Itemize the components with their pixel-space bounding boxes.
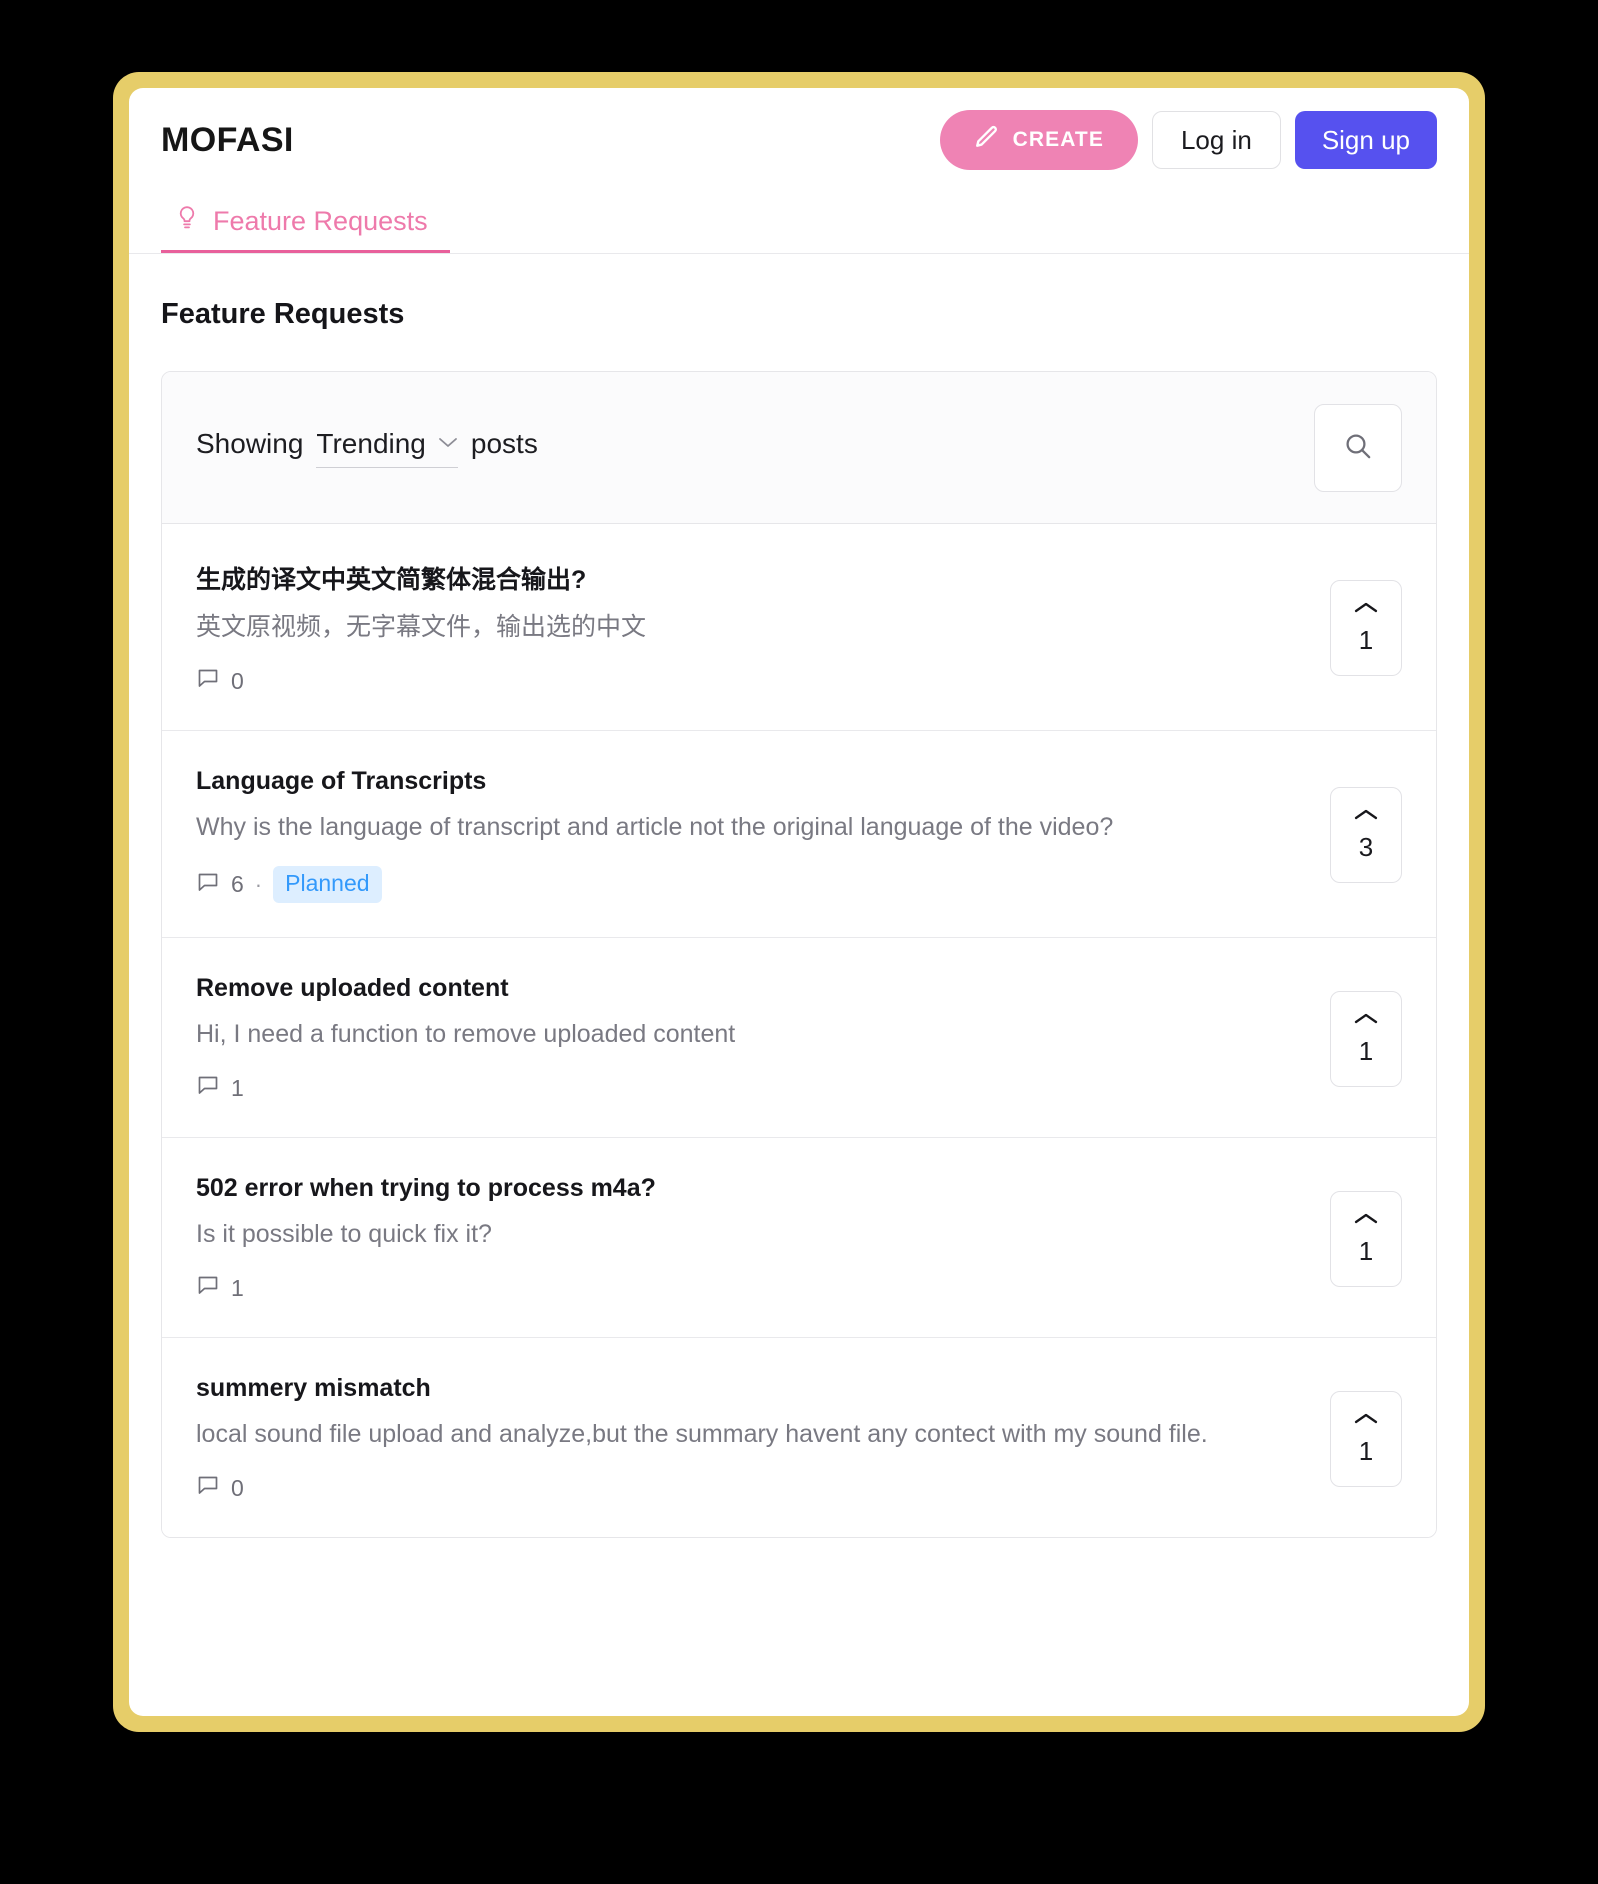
login-button[interactable]: Log in: [1151, 111, 1281, 169]
post-row[interactable]: 生成的译文中英文简繁体混合输出? 英文原视频，无字幕文件，输出选的中文 0 1: [162, 524, 1436, 731]
lightbulb-icon: [175, 205, 199, 238]
post-meta: 1: [196, 1073, 1310, 1103]
post-content: Remove uploaded content Hi, I need a fun…: [196, 974, 1310, 1103]
sort-dropdown-value: Trending: [316, 427, 426, 459]
chevron-up-icon: [1353, 600, 1379, 621]
comment-count: 6: [231, 871, 244, 897]
top-bar: MOFASI CREATE Log in Sign up: [129, 88, 1469, 192]
post-meta: 0: [196, 1473, 1310, 1503]
chevron-up-icon: [1353, 1011, 1379, 1032]
post-content: 生成的译文中英文简繁体混合输出? 英文原视频，无字幕文件，输出选的中文 0: [196, 560, 1310, 696]
post-meta: 1: [196, 1273, 1310, 1303]
upvote-button[interactable]: 3: [1330, 787, 1402, 883]
post-content: summery mismatch local sound file upload…: [196, 1374, 1310, 1503]
upvote-count: 3: [1358, 832, 1374, 862]
comment-count: 1: [231, 1274, 244, 1301]
upvote-button[interactable]: 1: [1330, 990, 1402, 1087]
comment-icon: [196, 666, 220, 696]
posts-card: Showing Trending posts 生成的译文中英文简繁体混合输出? …: [161, 371, 1437, 1538]
brand-title: MOFASI: [161, 120, 294, 159]
status-badge: Planned: [273, 866, 382, 903]
sort-dropdown[interactable]: Trending: [316, 427, 458, 468]
filter-bar: Showing Trending posts: [162, 372, 1436, 524]
signup-button[interactable]: Sign up: [1294, 111, 1437, 169]
post-title: 生成的译文中英文简繁体混合输出?: [196, 566, 587, 594]
showing-prefix-label: Showing: [196, 427, 304, 459]
post-row[interactable]: Remove uploaded content Hi, I need a fun…: [162, 938, 1436, 1138]
chevron-up-icon: [1353, 1211, 1379, 1232]
create-button[interactable]: CREATE: [939, 110, 1138, 170]
showing-suffix-label: posts: [470, 427, 538, 459]
post-row[interactable]: 502 error when trying to process m4a? Is…: [162, 1138, 1436, 1338]
chevron-up-icon: [1353, 807, 1379, 828]
tab-feature-requests[interactable]: Feature Requests: [161, 205, 450, 253]
comment-count: 0: [231, 1474, 244, 1501]
comment-count: 1: [231, 1074, 244, 1101]
post-row[interactable]: summery mismatch local sound file upload…: [162, 1338, 1436, 1537]
pencil-icon: [974, 124, 1000, 156]
post-description: local sound file upload and analyze,but …: [196, 1420, 1208, 1448]
post-title: Remove uploaded content: [196, 974, 509, 1002]
tab-label: Feature Requests: [213, 206, 428, 236]
post-title: 502 error when trying to process m4a?: [196, 1174, 656, 1202]
upvote-count: 1: [1358, 1235, 1374, 1266]
upvote-button[interactable]: 1: [1330, 580, 1402, 676]
posts-list: 生成的译文中英文简繁体混合输出? 英文原视频，无字幕文件，输出选的中文 0 1: [162, 524, 1436, 1537]
search-button[interactable]: [1314, 403, 1402, 492]
meta-separator: ·: [254, 871, 263, 897]
post-title: Language of Transcripts: [196, 767, 487, 795]
comment-icon: [196, 1273, 220, 1303]
chevron-down-icon: [438, 432, 458, 452]
post-meta: 0: [196, 666, 1310, 696]
post-content: 502 error when trying to process m4a? Is…: [196, 1174, 1310, 1303]
post-description: Why is the language of transcript and ar…: [196, 813, 1114, 841]
upvote-count: 1: [1358, 1035, 1374, 1066]
post-row[interactable]: Language of Transcripts Why is the langu…: [162, 731, 1436, 938]
upvote-count: 1: [1358, 625, 1374, 655]
tab-strip: Feature Requests: [129, 192, 1469, 254]
comment-icon: [196, 870, 220, 900]
post-title: summery mismatch: [196, 1374, 431, 1402]
post-meta: 6 · Planned: [196, 866, 1310, 903]
post-description: 英文原视频，无字幕文件，输出选的中文: [196, 613, 647, 641]
top-bar-actions: CREATE Log in Sign up: [939, 110, 1437, 170]
post-description: Is it possible to quick fix it?: [196, 1220, 492, 1248]
showing-controls: Showing Trending posts: [196, 428, 538, 468]
upvote-button[interactable]: 1: [1330, 1190, 1402, 1287]
create-button-label: CREATE: [1012, 128, 1104, 151]
chevron-up-icon: [1353, 1411, 1379, 1432]
post-content: Language of Transcripts Why is the langu…: [196, 767, 1310, 903]
upvote-button[interactable]: 1: [1330, 1390, 1402, 1487]
comment-icon: [196, 1073, 220, 1103]
comment-icon: [196, 1473, 220, 1503]
search-icon: [1342, 430, 1374, 465]
app-window: MOFASI CREATE Log in Sign up Feature Req…: [129, 88, 1469, 1716]
page-title: Feature Requests: [161, 298, 405, 330]
browser-window-frame: MOFASI CREATE Log in Sign up Feature Req…: [113, 72, 1485, 1732]
comment-count: 0: [231, 667, 244, 694]
page-body: Feature Requests Showing Trending posts …: [129, 254, 1469, 1716]
post-description: Hi, I need a function to remove uploaded…: [196, 1020, 736, 1048]
upvote-count: 1: [1358, 1435, 1374, 1466]
